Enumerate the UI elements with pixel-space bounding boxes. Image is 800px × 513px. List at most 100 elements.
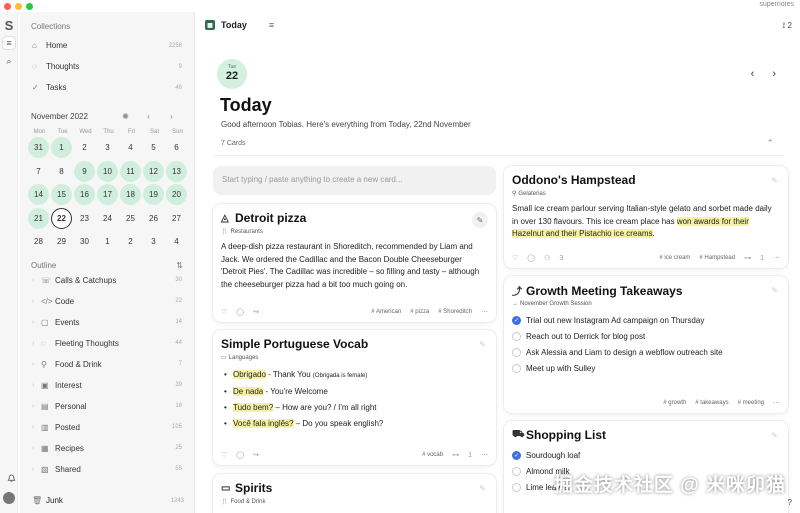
card-spirits[interactable]: ▭ Spirits 🍴 Food & Drink ✎: [213, 474, 496, 513]
help-button[interactable]: ?: [788, 498, 792, 507]
outline-item-posted[interactable]: › ▥ Posted 105: [28, 417, 186, 438]
tag[interactable]: # takeaways: [695, 400, 728, 406]
calendar-day[interactable]: 21: [28, 207, 49, 229]
calendar-day[interactable]: 3: [97, 137, 118, 158]
edit-icon[interactable]: ✎: [771, 431, 778, 440]
calendar-day[interactable]: 26: [143, 208, 164, 229]
calendar-day[interactable]: 4: [120, 137, 141, 158]
comment-icon[interactable]: ◯: [236, 308, 244, 316]
chevron-right-icon[interactable]: ›: [32, 466, 41, 473]
chevron-left-icon[interactable]: ‹: [751, 68, 755, 80]
calendar-day[interactable]: 29: [51, 231, 72, 252]
sidebar-item-thoughts[interactable]: ◌ Thoughts 9: [28, 56, 186, 77]
checkbox[interactable]: [512, 347, 521, 357]
chevron-right-icon[interactable]: ›: [32, 319, 41, 326]
calendar-day[interactable]: 7: [28, 161, 49, 182]
people-icon[interactable]: ⚇: [544, 254, 550, 262]
comment-icon[interactable]: ◯: [527, 254, 535, 262]
sliders-icon[interactable]: ≡: [2, 36, 16, 50]
bell-icon[interactable]: [4, 471, 18, 485]
notifications-button[interactable]: ⟟ 2: [782, 21, 792, 31]
calendar-day[interactable]: 4: [166, 231, 187, 252]
chevron-right-icon[interactable]: ›: [32, 445, 41, 452]
calendar-day[interactable]: 27: [166, 208, 187, 229]
tag[interactable]: # growth: [663, 400, 686, 406]
card-portuguese-vocab[interactable]: Simple Portuguese Vocab ▭ Languages ✎ Ob…: [213, 330, 496, 465]
heart-icon[interactable]: ♡: [512, 254, 518, 262]
outline-item-code[interactable]: › </> Code 22: [28, 291, 186, 312]
sun-icon[interactable]: ✺: [114, 112, 137, 121]
outline-item-recipes[interactable]: › ▦ Recipes 25: [28, 438, 186, 459]
todo-item[interactable]: Ask Alessia and Liam to design a webflow…: [512, 344, 780, 360]
minimize-window-button[interactable]: [15, 2, 22, 10]
tag[interactable]: # Shoreditch: [438, 309, 472, 315]
more-icon[interactable]: ⋯: [481, 451, 488, 459]
calendar-day[interactable]: 11: [120, 160, 141, 182]
more-icon[interactable]: ⋯: [773, 254, 780, 262]
chevron-right-icon[interactable]: ›: [160, 112, 183, 121]
calendar-day[interactable]: 16: [74, 184, 95, 205]
todo-item[interactable]: Reach out to Derrick for blog post: [512, 328, 780, 344]
todo-item[interactable]: ✓ Sourdough loaf: [512, 447, 780, 463]
calendar-day[interactable]: 2: [74, 137, 95, 158]
edit-icon[interactable]: ✎: [472, 212, 488, 228]
chevron-right-icon[interactable]: ›: [32, 361, 41, 368]
heart-icon[interactable]: ♡: [221, 308, 227, 316]
calendar-day[interactable]: 19: [143, 184, 164, 205]
chevron-right-icon[interactable]: ›: [32, 277, 41, 284]
card-parent-tag[interactable]: 🍴 Restaurants: [221, 228, 488, 236]
calendar-day[interactable]: 3: [143, 231, 164, 252]
more-icon[interactable]: ⋯: [773, 399, 780, 407]
chevron-left-icon[interactable]: ‹: [137, 112, 160, 121]
calendar-day[interactable]: 28: [28, 231, 49, 252]
calendar-day[interactable]: 24: [97, 208, 118, 229]
filter-icon[interactable]: ≡: [269, 20, 274, 30]
calendar-day[interactable]: 2: [120, 231, 141, 252]
calendar-day[interactable]: 17: [97, 184, 118, 205]
new-card-input[interactable]: Start typing / paste anything to create …: [213, 166, 496, 195]
calendar-day[interactable]: 18: [120, 184, 141, 205]
calendar-day[interactable]: 1: [97, 231, 118, 252]
outline-item-shared[interactable]: › ▧ Shared 55: [28, 459, 186, 480]
heart-icon[interactable]: ♡: [221, 451, 227, 459]
chevron-right-icon[interactable]: ›: [32, 298, 41, 305]
chevron-right-icon[interactable]: ›: [32, 424, 41, 431]
app-logo-icon[interactable]: S: [2, 18, 16, 33]
close-window-button[interactable]: [4, 2, 11, 10]
calendar-day[interactable]: 15: [51, 184, 72, 205]
share-icon[interactable]: ↪: [253, 451, 259, 459]
calendar-day[interactable]: 6: [166, 137, 187, 158]
avatar[interactable]: [3, 492, 15, 504]
checkbox[interactable]: ✓: [512, 450, 521, 460]
edit-icon[interactable]: ✎: [479, 340, 486, 349]
card-parent-tag[interactable]: → November Growth Session: [512, 301, 780, 307]
calendar-day[interactable]: 30: [74, 231, 95, 252]
comment-icon[interactable]: ◯: [236, 451, 244, 459]
checkbox[interactable]: ✓: [512, 315, 521, 325]
card-shopping-list[interactable]: ⛟ Shopping List ✎ ✓ Sourdough loaf Almond …: [504, 421, 788, 513]
card-parent-tag[interactable]: ▭ Languages: [221, 354, 488, 362]
checkbox[interactable]: [512, 482, 521, 492]
calendar-day[interactable]: 14: [28, 184, 49, 205]
chevron-right-icon[interactable]: ›: [32, 403, 41, 410]
tag[interactable]: # Hampstead: [699, 255, 735, 261]
sidebar-item-tasks[interactable]: ✓ Tasks 46: [28, 77, 186, 98]
calendar-day[interactable]: 13: [166, 160, 187, 182]
calendar-day[interactable]: 8: [51, 161, 72, 182]
calendar-day[interactable]: 5: [143, 137, 164, 158]
checkbox[interactable]: [512, 363, 521, 373]
calendar-day[interactable]: 10: [97, 160, 118, 182]
edit-icon[interactable]: ✎: [479, 484, 486, 493]
checkbox[interactable]: [512, 466, 521, 476]
calendar-day[interactable]: 25: [120, 208, 141, 229]
todo-item[interactable]: ✓ Trial out new Instagram Ad campaign on …: [512, 312, 780, 328]
share-icon[interactable]: ↪: [253, 308, 259, 316]
calendar-day[interactable]: 20: [166, 184, 187, 205]
outline-item-fleeting-thoughts[interactable]: › ◌ Fleeting Thoughts 44: [28, 333, 186, 354]
zoom-window-button[interactable]: [26, 2, 33, 10]
outline-item-personal[interactable]: › ▤ Personal 18: [28, 396, 186, 417]
edit-icon[interactable]: ✎: [771, 176, 778, 185]
card-parent-tag[interactable]: 🍴 Food & Drink: [221, 498, 488, 506]
tag[interactable]: # ice cream: [659, 255, 690, 261]
sidebar-item-home[interactable]: ⌂ Home 2258: [28, 35, 186, 56]
